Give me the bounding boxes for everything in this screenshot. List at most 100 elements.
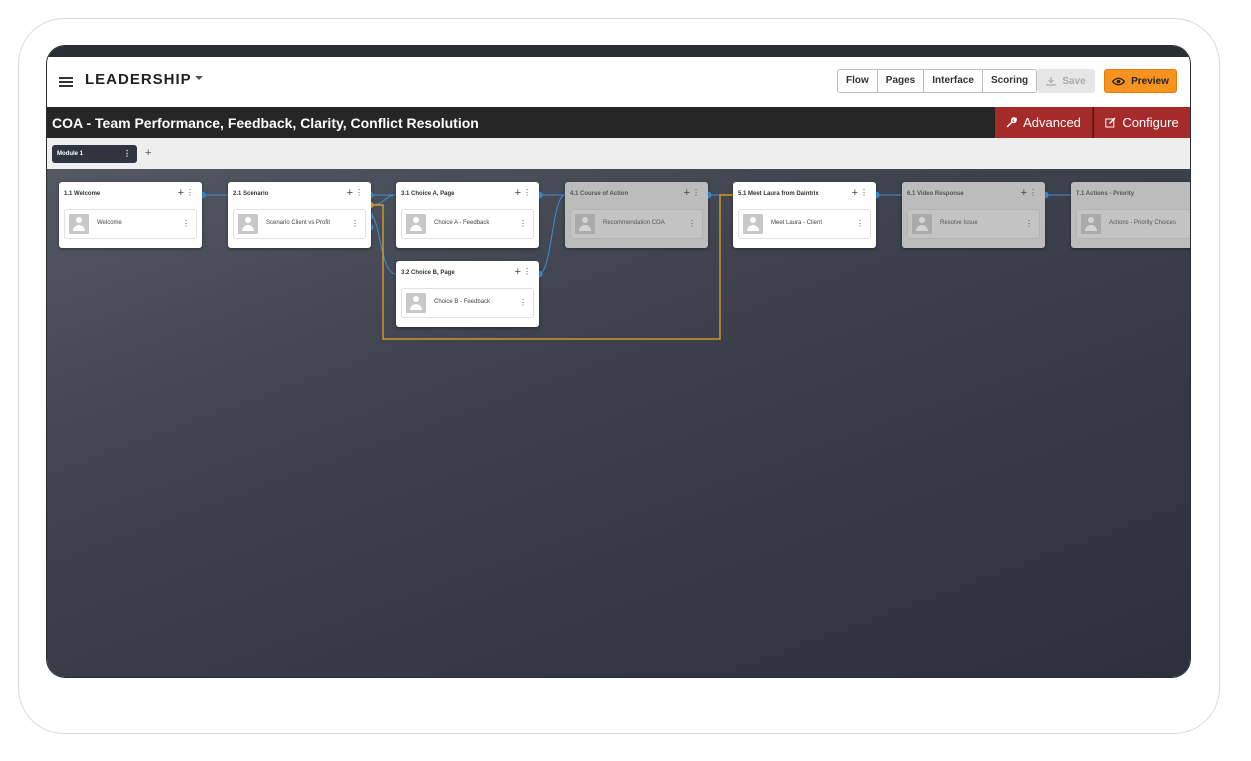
page-card[interactable]: Meet Laura - Client ⋮	[739, 210, 870, 238]
app-header: LEADERSHIP Flow Pages Interface Scoring …	[47, 57, 1190, 107]
kebab-icon[interactable]: ⋮	[688, 219, 696, 228]
tab-interface[interactable]: Interface	[924, 70, 983, 92]
page-name: Choice A - Feedback	[434, 220, 490, 226]
page-name: Resolve Issue	[940, 220, 978, 226]
kebab-icon[interactable]: ⋮	[519, 219, 527, 228]
kebab-icon[interactable]: ⋮	[692, 188, 700, 197]
page-card[interactable]: Choice B - Feedback ⋮	[402, 289, 533, 317]
node-title: 3.1 Choice A, Page	[401, 191, 455, 197]
flow-node[interactable]: 6.1 Video Response + ⋮ Resolve Issue ⋮	[902, 182, 1045, 248]
add-page-icon[interactable]: +	[178, 187, 184, 199]
page-card[interactable]: Scenario Client vs Profit ⋮	[234, 210, 365, 238]
node-title: 4.1 Course of Action	[570, 191, 629, 197]
connector-2-3a-b	[370, 194, 397, 206]
wrench-icon	[1006, 117, 1017, 128]
tab-pages[interactable]: Pages	[877, 70, 925, 92]
page-name: Recommendation COA	[603, 220, 665, 226]
module-bar: Module 1 ⋮ +	[47, 138, 1190, 169]
node-title: 3.2 Choice B, Page	[401, 270, 455, 276]
flow-node[interactable]: 5.1 Meet Laura from Daintrix + ⋮ Meet Laura…	[733, 182, 876, 248]
user-avatar-icon	[743, 214, 763, 234]
page-card[interactable]: Actions - Priority Choices⋮	[1077, 210, 1190, 238]
configure-label: Configure	[1122, 115, 1179, 130]
module-tab-1[interactable]: Module 1 ⋮	[52, 145, 137, 163]
add-page-icon[interactable]: +	[515, 266, 521, 278]
kebab-icon[interactable]: ⋮	[123, 145, 131, 163]
page-name: Scenario Client vs Profit	[266, 220, 331, 226]
add-page-icon[interactable]: +	[1021, 187, 1027, 199]
kebab-icon[interactable]: ⋮	[186, 188, 194, 197]
page-name: Meet Laura - Client	[771, 220, 823, 226]
page-name: Choice B - Feedback	[434, 299, 491, 305]
node-header: 3.1 Choice A, Page + ⋮	[396, 182, 539, 206]
save-label: Save	[1062, 75, 1086, 87]
kebab-icon[interactable]: ⋮	[519, 298, 527, 307]
view-tabs: Flow Pages Interface Scoring	[837, 69, 1038, 93]
preview-button[interactable]: Preview	[1104, 69, 1177, 93]
node-header: 5.1 Meet Laura from Daintrix + ⋮	[733, 182, 876, 206]
add-page-icon[interactable]: +	[347, 187, 353, 199]
download-icon	[1046, 77, 1056, 86]
tab-scoring[interactable]: Scoring	[982, 70, 1037, 92]
user-avatar-icon	[1081, 214, 1101, 234]
kebab-icon[interactable]: ⋮	[1029, 188, 1037, 197]
advanced-button[interactable]: Advanced	[995, 107, 1093, 138]
hamburger-icon[interactable]	[59, 77, 73, 87]
flow-node[interactable]: 2.1 Scenario + ⋮ Scenario Client vs Profit ⋮	[228, 182, 371, 248]
course-titlebar: COA - Team Performance, Feedback, Clarit…	[47, 107, 1190, 138]
node-header: 7.1 Actions - Priority+⋮	[1071, 182, 1190, 206]
flow-node[interactable]: 1.1 Welcome + ⋮ Welcome ⋮	[59, 182, 202, 248]
node-header: 4.1 Course of Action + ⋮	[565, 182, 708, 206]
advanced-label: Advanced	[1023, 115, 1081, 130]
preview-label: Preview	[1131, 75, 1169, 87]
eye-icon	[1112, 77, 1126, 85]
add-module-button[interactable]: +	[145, 147, 151, 159]
app-title: LEADERSHIP	[85, 71, 192, 88]
connector-3b-4	[538, 194, 566, 275]
kebab-icon[interactable]: ⋮	[856, 219, 864, 228]
screen-bezel	[47, 46, 1190, 57]
kebab-icon[interactable]: ⋮	[523, 188, 531, 197]
tab-flow[interactable]: Flow	[838, 70, 878, 92]
chevron-down-icon[interactable]	[195, 76, 203, 80]
node-title: 6.1 Video Response	[907, 191, 964, 197]
kebab-icon[interactable]: ⋮	[1025, 219, 1033, 228]
flow-node[interactable]: 4.1 Course of Action + ⋮ Recommendation COA…	[565, 182, 708, 248]
kebab-icon[interactable]: ⋮	[355, 188, 363, 197]
user-avatar-icon	[69, 214, 89, 234]
page-card[interactable]: Choice A - Feedback ⋮	[402, 210, 533, 238]
add-page-icon[interactable]: +	[515, 187, 521, 199]
configure-button[interactable]: Configure	[1094, 107, 1190, 138]
flow-node[interactable]: 7.1 Actions - Priority+⋮ Actions - Priori…	[1071, 182, 1190, 248]
save-button[interactable]: Save	[1037, 69, 1095, 93]
page-title: COA - Team Performance, Feedback, Clarit…	[52, 115, 479, 131]
page-card[interactable]: Recommendation COA ⋮	[571, 210, 702, 238]
user-avatar-icon	[406, 214, 426, 234]
node-title: 5.1 Meet Laura from Daintrix	[738, 191, 819, 197]
add-page-icon[interactable]: +	[852, 187, 858, 199]
page-card[interactable]: Welcome ⋮	[65, 210, 196, 238]
kebab-icon[interactable]: ⋮	[351, 219, 359, 228]
user-avatar-icon	[238, 214, 258, 234]
module-tab-label: Module 1	[57, 151, 84, 157]
flow-node[interactable]: 3.2 Choice B, Page + ⋮ Choice B - Feedback ⋮	[396, 261, 539, 327]
flow-canvas: 1.1 Welcome + ⋮ Welcome ⋮ 2.1 Scenario + ⋮ Scena…	[47, 169, 1190, 677]
page-name: Welcome	[97, 220, 122, 226]
node-header: 1.1 Welcome + ⋮	[59, 182, 202, 206]
node-header: 3.2 Choice B, Page + ⋮	[396, 261, 539, 285]
user-avatar-icon	[406, 293, 426, 313]
node-title: 2.1 Scenario	[233, 191, 269, 197]
page-name: Actions - Priority Choices	[1109, 220, 1177, 226]
edit-icon	[1105, 117, 1116, 128]
add-page-icon[interactable]: +	[684, 187, 690, 199]
node-title: 7.1 Actions - Priority	[1076, 191, 1135, 197]
page-card[interactable]: Resolve Issue ⋮	[908, 210, 1039, 238]
kebab-icon[interactable]: ⋮	[523, 267, 531, 276]
kebab-icon[interactable]: ⋮	[182, 219, 190, 228]
user-avatar-icon	[912, 214, 932, 234]
node-header: 2.1 Scenario + ⋮	[228, 182, 371, 206]
node-header: 6.1 Video Response + ⋮	[902, 182, 1045, 206]
node-title: 1.1 Welcome	[64, 191, 101, 197]
flow-node[interactable]: 3.1 Choice A, Page + ⋮ Choice A - Feedback ⋮	[396, 182, 539, 248]
kebab-icon[interactable]: ⋮	[860, 188, 868, 197]
